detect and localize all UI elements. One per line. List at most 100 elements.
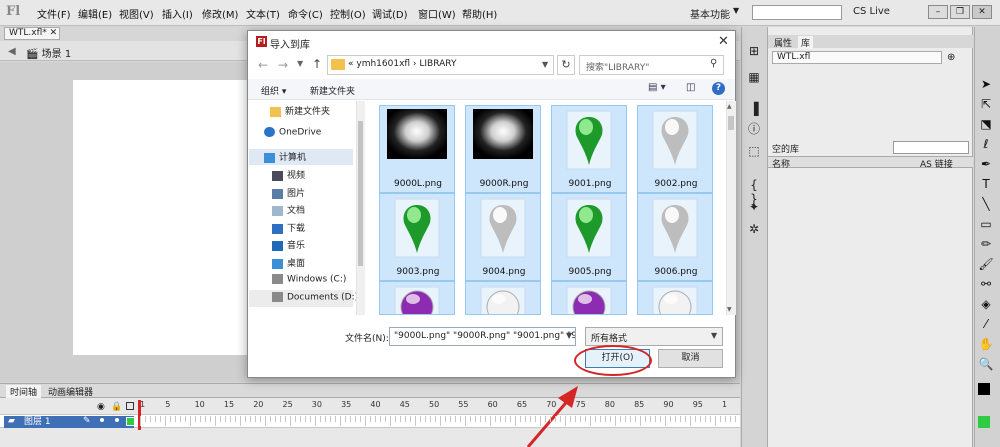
transform-tool-icon[interactable]: ⬔ bbox=[978, 116, 994, 132]
tree-item[interactable]: 新建文件夹 bbox=[270, 104, 330, 117]
tree-item[interactable]: 桌面 bbox=[272, 256, 305, 269]
pin-icon[interactable]: ⊕ bbox=[947, 52, 955, 63]
swatches-icon[interactable]: ▦ bbox=[747, 70, 761, 84]
eyedropper-tool-icon[interactable]: ⁄ bbox=[978, 316, 994, 332]
tree-item[interactable]: 图片 bbox=[272, 186, 305, 199]
file-scrollbar[interactable] bbox=[726, 101, 736, 315]
menu-item[interactable]: 编辑(E) bbox=[78, 6, 112, 21]
chevron-down-icon[interactable]: ▼ bbox=[711, 331, 717, 340]
nav-scrollbar-thumb[interactable] bbox=[358, 121, 363, 266]
file-tile[interactable]: 9004.png bbox=[465, 193, 541, 281]
file-tile[interactable]: 9002.png bbox=[637, 105, 713, 193]
file-tile[interactable] bbox=[379, 281, 455, 315]
help-search-input[interactable] bbox=[752, 5, 842, 20]
tab-timeline[interactable]: 时间轴 bbox=[6, 385, 42, 398]
close-icon[interactable]: ✕ bbox=[972, 5, 992, 19]
paint-bucket-tool-icon[interactable]: ◈ bbox=[978, 296, 994, 312]
eye-icon[interactable]: ◉ bbox=[97, 402, 105, 412]
workspace-switcher[interactable]: 基本功能 bbox=[690, 6, 730, 21]
library-file-select[interactable]: WTL.xfl bbox=[772, 51, 942, 64]
minimize-icon[interactable]: – bbox=[928, 5, 948, 19]
file-tile[interactable]: 9000R.png bbox=[465, 105, 541, 193]
tree-item[interactable]: Windows (C:) bbox=[272, 274, 346, 285]
file-tile[interactable] bbox=[551, 281, 627, 315]
pen-tool-icon[interactable]: ✒ bbox=[978, 156, 994, 172]
menu-item[interactable]: 控制(O) bbox=[330, 6, 366, 21]
restore-icon[interactable]: ❐ bbox=[950, 5, 970, 19]
bone-tool-icon[interactable]: ⚯ bbox=[978, 276, 994, 292]
lasso-tool-icon[interactable]: ℓ bbox=[978, 136, 994, 152]
pencil-icon[interactable]: ✎ bbox=[83, 416, 91, 426]
tree-item[interactable]: 计算机 bbox=[264, 150, 306, 163]
menu-item[interactable]: 插入(I) bbox=[162, 6, 193, 21]
file-tile[interactable]: 9000L.png bbox=[379, 105, 455, 193]
zoom-tool-icon[interactable]: 🔍 bbox=[978, 356, 994, 372]
forward-arrow-icon[interactable]: → bbox=[278, 58, 288, 72]
tree-item[interactable]: 下载 bbox=[272, 221, 305, 234]
cancel-button[interactable]: 取消 bbox=[658, 349, 723, 368]
close-icon[interactable]: ✕ bbox=[718, 34, 729, 49]
line-tool-icon[interactable]: ╲ bbox=[978, 196, 994, 212]
search-input[interactable]: 搜索"LIBRARY" bbox=[579, 55, 724, 75]
text-tool-icon[interactable]: T bbox=[978, 176, 994, 192]
file-tile[interactable]: 9006.png bbox=[637, 193, 713, 281]
col-as-link[interactable]: AS 链接 bbox=[920, 157, 953, 170]
components-icon[interactable]: ✦ bbox=[747, 200, 761, 214]
file-tile[interactable] bbox=[465, 281, 541, 315]
document-tab[interactable]: WTL.xfl* ✕ bbox=[4, 27, 60, 40]
tab-motion-editor[interactable]: 动画编辑器 bbox=[44, 385, 97, 398]
chevron-down-icon[interactable]: ▼ bbox=[542, 60, 548, 69]
back-arrow-icon[interactable]: ← bbox=[258, 58, 268, 72]
menu-item[interactable]: 视图(V) bbox=[119, 6, 154, 21]
file-tile[interactable]: 9001.png bbox=[551, 105, 627, 193]
help-icon[interactable]: ? bbox=[712, 82, 725, 95]
brush-tool-icon[interactable]: 🖌 bbox=[978, 256, 994, 272]
selection-tool-icon[interactable]: ➤ bbox=[978, 76, 994, 92]
chevron-down-icon[interactable]: ▼ bbox=[566, 331, 572, 340]
up-arrow-icon[interactable]: ↑ bbox=[312, 57, 322, 71]
align-icon[interactable]: ▐ bbox=[747, 102, 761, 116]
rectangle-tool-icon[interactable]: ▭ bbox=[978, 216, 994, 232]
filename-input[interactable]: "9000L.png" "9000R.png" "9001.png" "9 bbox=[389, 327, 576, 346]
filetype-select[interactable]: 所有格式 bbox=[585, 327, 723, 346]
tree-item[interactable]: Documents (D:) bbox=[272, 292, 358, 303]
pencil-tool-icon[interactable]: ✏ bbox=[978, 236, 994, 252]
tab-properties[interactable]: 属性 bbox=[771, 36, 795, 49]
fill-color-icon[interactable] bbox=[978, 416, 990, 428]
tree-item[interactable]: OneDrive bbox=[264, 127, 321, 138]
menu-item[interactable]: 文本(T) bbox=[246, 6, 280, 21]
scroll-up-icon[interactable]: ▲ bbox=[727, 103, 732, 110]
file-tile[interactable] bbox=[637, 281, 713, 315]
menu-item[interactable]: 命令(C) bbox=[288, 6, 323, 21]
menu-item[interactable]: 修改(M) bbox=[202, 6, 238, 21]
tree-item[interactable]: 视频 bbox=[272, 168, 305, 181]
address-path[interactable]: « ymh1601xfl › LIBRARY bbox=[348, 59, 456, 69]
tree-item[interactable]: 文档 bbox=[272, 203, 305, 216]
organize-button[interactable]: 组织 ▾ bbox=[261, 84, 286, 97]
menu-item[interactable]: 文件(F) bbox=[37, 6, 71, 21]
library-search-input[interactable] bbox=[893, 141, 969, 154]
tree-item[interactable]: 音乐 bbox=[272, 238, 305, 251]
code-icon[interactable]: { } bbox=[747, 178, 761, 206]
color-icon[interactable]: ⊞ bbox=[747, 44, 761, 58]
tab-library[interactable]: 库 bbox=[798, 36, 814, 49]
cs-live-button[interactable]: CS Live bbox=[853, 6, 890, 17]
file-tile[interactable]: 9003.png bbox=[379, 193, 455, 281]
menu-item[interactable]: 调试(D) bbox=[372, 6, 408, 21]
chevron-down-icon[interactable]: ▼ bbox=[733, 6, 739, 15]
stroke-color-icon[interactable] bbox=[978, 383, 990, 395]
layer-color-icon[interactable] bbox=[126, 417, 135, 426]
info-icon[interactable]: ⓘ bbox=[747, 122, 761, 136]
preview-pane-icon[interactable]: ◫ bbox=[686, 82, 695, 93]
new-folder-button[interactable]: 新建文件夹 bbox=[310, 84, 355, 97]
back-arrow-icon[interactable]: ◀ bbox=[8, 46, 16, 57]
file-scrollbar-thumb[interactable] bbox=[728, 116, 734, 130]
lock-icon[interactable]: 🔒 bbox=[111, 402, 122, 412]
hand-tool-icon[interactable]: ✋ bbox=[978, 336, 994, 352]
scene-label[interactable]: 🎬 场景 1 bbox=[26, 45, 71, 60]
stage[interactable] bbox=[73, 80, 263, 355]
outline-icon[interactable] bbox=[126, 402, 134, 410]
scroll-down-icon[interactable]: ▼ bbox=[727, 306, 732, 313]
menu-item[interactable]: 帮助(H) bbox=[462, 6, 497, 21]
col-name[interactable]: 名称 bbox=[772, 157, 790, 170]
